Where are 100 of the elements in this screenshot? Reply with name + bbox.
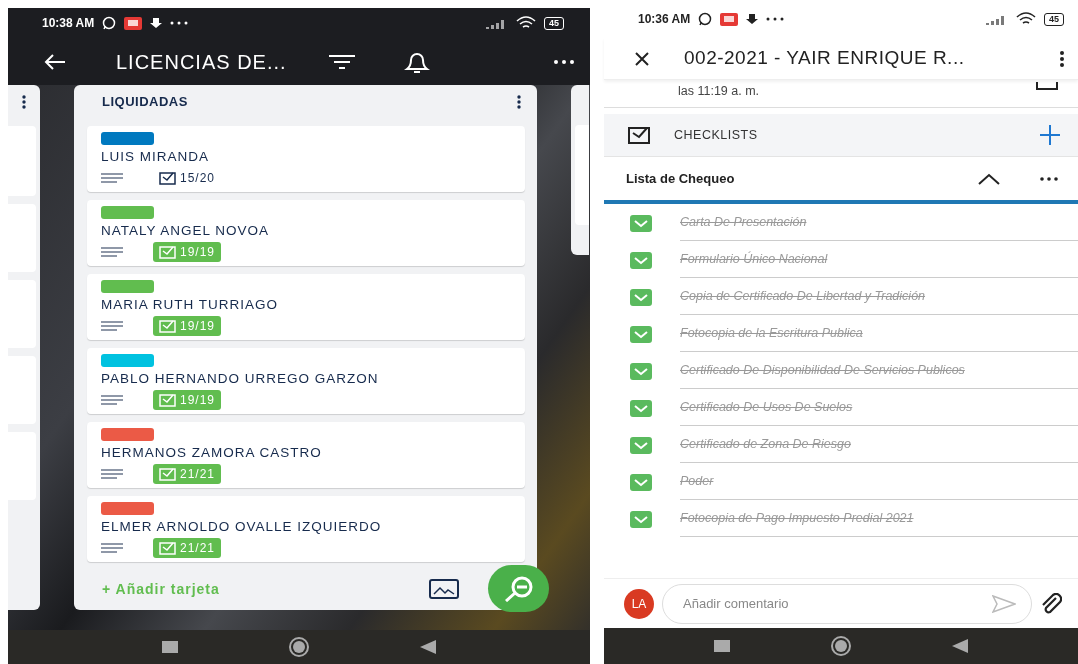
checklist-count: 21/21 [180,540,216,557]
checklist-count: 19/19 [180,392,216,409]
checkbox[interactable] [630,363,652,380]
zoom-out-button[interactable] [488,565,549,612]
box-icon [1036,82,1058,90]
card[interactable]: ELMER ARNOLDO OVALLE IZQUIERDO 21/21 [87,496,525,562]
board-title: LICENCIAS DE... [116,49,287,75]
section-title: CHECKLISTS [674,126,758,144]
card-title: PABLO HERNANDO URREGO GARZON [101,371,380,387]
description-icon [101,247,123,257]
checkbox[interactable] [630,289,652,306]
card-title: LUIS MIRANDA [101,149,211,165]
filter-icon[interactable] [328,54,355,69]
home-button[interactable] [830,635,852,657]
checklist-icon [628,126,650,144]
comment-field[interactable]: Añadir comentario [662,583,1032,624]
checkmark-icon [634,404,648,413]
checklist-item[interactable]: Fotocopia de Pago Impuesto Predial 2021 [680,511,980,525]
battery-indicator: 45 [1044,12,1064,26]
checkmark-icon [634,256,648,265]
checkmark-icon [634,330,648,339]
checkmark-icon [634,515,648,524]
download-icon [150,17,163,29]
checklist-item[interactable]: Poder [680,474,980,488]
checklist-count: 21/21 [180,466,216,483]
add-card-button[interactable]: + Añadir tarjeta [102,578,220,600]
checkmark-icon [634,219,648,228]
more-icon[interactable] [1040,176,1058,181]
checklist-icon [159,393,176,407]
card[interactable]: HERMANOS ZAMORA CASTRO 21/21 [87,422,525,488]
chat-icon [698,12,713,26]
activity-time: las 11:19 a. m. [678,83,760,100]
checkbox[interactable] [630,326,652,343]
checkbox[interactable] [630,511,652,528]
battery-indicator: 45 [544,16,564,30]
checkmark-icon [634,293,648,302]
kebab-icon[interactable] [517,94,521,109]
checklist-item[interactable]: Certificado de Zona De Riesgo [680,437,980,451]
description-icon [101,321,123,331]
attachment-icon[interactable] [1040,592,1062,615]
wifi-icon [516,16,536,30]
description-icon [101,469,123,479]
back-arrow-icon [44,53,66,70]
card-title: 002-2021 - YAIR ENRIQUE R... [684,46,965,71]
kebab-icon[interactable] [1060,50,1064,67]
more-icon[interactable] [554,59,574,64]
checklist-icon [159,245,176,259]
app-icon [720,12,739,26]
close-icon[interactable] [634,50,650,67]
checkbox[interactable] [630,474,652,491]
checklist-item[interactable]: Fotocopia de la Escritura Publica [680,326,980,340]
card[interactable]: NATALY ANGEL NOVOA 19/19 [87,200,525,266]
card[interactable]: PABLO HERNANDO URREGO GARZON 19/19 [87,348,525,414]
more-icon [766,17,785,21]
back-button[interactable] [420,640,436,654]
chat-icon [102,16,117,30]
description-icon [101,173,123,183]
zoom-out-icon [502,575,535,602]
kebab-icon[interactable] [22,94,26,109]
status-time: 10:36 AM [638,11,691,28]
app-icon [124,16,143,30]
list-title: LIQUIDADAS [102,92,188,111]
checklist-item[interactable]: Formulario Único Nacional [680,252,980,266]
checklist-item[interactable]: Certificado De Usos De Suelos [680,400,980,414]
checklist-count: 15/20 [180,170,216,187]
more-icon [170,21,189,25]
checkbox[interactable] [630,437,652,454]
image-icon[interactable] [429,579,459,599]
checklist-title: Lista de Chequeo [626,169,735,188]
checkmark-icon [634,367,648,376]
download-icon [746,13,759,25]
checkbox[interactable] [630,252,652,269]
card[interactable]: MARIA RUTH TURRIAGO 19/19 [87,274,525,340]
checkbox[interactable] [630,215,652,232]
checkbox[interactable] [630,400,652,417]
checklist-icon [159,171,176,185]
home-button[interactable] [288,636,310,658]
checklist-count: 19/19 [180,318,216,335]
card-title: MARIA RUTH TURRIAGO [101,297,279,313]
description-icon [101,395,123,405]
checkmark-icon [634,441,648,450]
status-time: 10:38 AM [42,15,95,32]
add-icon[interactable] [1040,125,1060,145]
back-button[interactable] [952,639,968,653]
checklist-count: 19/19 [180,244,216,261]
back-button[interactable] [44,53,66,70]
card-title: NATALY ANGEL NOVOA [101,223,271,239]
checklist-item[interactable]: Carta De Presentación [680,215,980,229]
collapse-icon[interactable] [978,172,1000,185]
checklist-icon [159,319,176,333]
wifi-icon [1016,12,1036,26]
card[interactable]: LUIS MIRANDA 15/20 [87,126,525,192]
checklist-item[interactable]: Copia de Certificado De Libertad y Tradición [680,289,980,303]
card-title: ELMER ARNOLDO OVALLE IZQUIERDO [101,519,383,535]
card-title: HERMANOS ZAMORA CASTRO [101,445,323,461]
description-icon [101,543,123,553]
checkmark-icon [634,478,648,487]
checklist-icon [159,541,176,555]
avatar: LA [624,588,654,619]
checklist-item[interactable]: Certificado De Disponibilidad De Servicios Publicos [680,363,980,377]
